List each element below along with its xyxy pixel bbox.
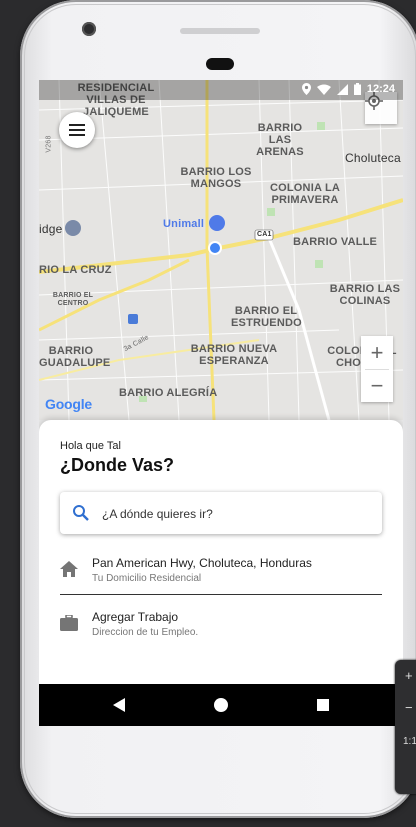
emulator-zoom-in[interactable]: + [405, 668, 413, 683]
signal-icon [336, 83, 348, 95]
place-work-title: Agregar Trabajo [92, 610, 179, 624]
place-work[interactable]: Agregar Trabajo Direccion de tu Empleo. [60, 606, 382, 646]
place-home[interactable]: Pan American Hwy, Choluteca, Honduras Tu… [60, 552, 382, 592]
map-label-las-arenas: BARRIO LAS ARENAS [256, 122, 304, 158]
map-label-nueva-esperanza: BARRIO NUEVA ESPERANZA [190, 343, 278, 367]
zoom-out-button[interactable]: − [361, 369, 393, 402]
map-label-el-centro: BARRIO EL CENTRO [52, 292, 94, 307]
place-home-subtitle: Tu Domicilio Residencial [92, 573, 202, 584]
map-label-ca1: CA1 [257, 231, 272, 238]
briefcase-icon [60, 615, 78, 631]
where-to-title: ¿Donde Vas? [60, 455, 175, 475]
destination-search[interactable] [60, 492, 382, 534]
front-camera [82, 22, 96, 36]
search-icon [73, 505, 89, 521]
emulator-toolbar: + − 1:1 [395, 660, 416, 794]
places-divider [60, 594, 382, 595]
map-label-idge: idge [39, 222, 63, 236]
place-home-title: Pan American Hwy, Choluteca, Honduras [92, 556, 312, 570]
destination-input[interactable] [100, 502, 364, 526]
battery-icon [353, 83, 361, 95]
back-icon[interactable] [113, 698, 125, 712]
top-speaker [180, 28, 260, 34]
emulator-actual-size[interactable]: 1:1 [403, 736, 416, 747]
emulator-zoom-out[interactable]: − [405, 700, 413, 715]
map-label-v268: V268 [45, 135, 53, 153]
earpiece [206, 58, 234, 70]
hamburger-icon [69, 124, 85, 136]
recent-apps-icon[interactable] [317, 699, 329, 711]
home-button-icon[interactable] [214, 698, 228, 712]
status-bar: 12:24 [39, 80, 403, 100]
map-view[interactable]: RESIDENCIAL VILLAS DE JALIQUEME BARRIO L… [39, 80, 403, 420]
map-label-barrio-valle: BARRIO VALLE [293, 236, 378, 248]
wifi-icon [316, 84, 331, 95]
location-icon [301, 83, 311, 95]
greeting-text: Hola que Tal [60, 440, 121, 452]
zoom-in-button[interactable]: + [361, 336, 393, 369]
google-logo: Google [45, 396, 93, 412]
android-nav-bar [39, 684, 403, 726]
place-work-subtitle: Direccion de tu Empleo. [92, 627, 199, 638]
zoom-controls: + − [361, 336, 393, 402]
map-label-guadalupe: BARRIO GUADALUPE [39, 345, 111, 369]
home-icon [60, 561, 78, 577]
menu-button[interactable] [59, 112, 95, 148]
map-label-unimall[interactable]: Unimall [163, 218, 204, 230]
map-label-la-primavera: COLONIA LA PRIMAVERA [269, 182, 341, 206]
map-label-el-estruendo: BARRIO EL ESTRUENDO [231, 305, 302, 329]
status-time: 12:24 [366, 83, 395, 95]
map-label-las-colinas: BARRIO LAS COLINAS [329, 283, 401, 307]
map-label-rio-la-cruz: RIO LA CRUZ [39, 264, 112, 276]
map-label-choluteca: Choluteca [345, 151, 401, 165]
map-label-alegria: BARRIO ALEGRÍA [119, 387, 218, 399]
map-label-los-mangos: BARRIO LOS MANGOS [180, 166, 252, 190]
destination-sheet: Hola que Tal ¿Donde Vas? Pan American Hw… [39, 420, 403, 726]
screen: RESIDENCIAL VILLAS DE JALIQUEME BARRIO L… [39, 80, 403, 726]
